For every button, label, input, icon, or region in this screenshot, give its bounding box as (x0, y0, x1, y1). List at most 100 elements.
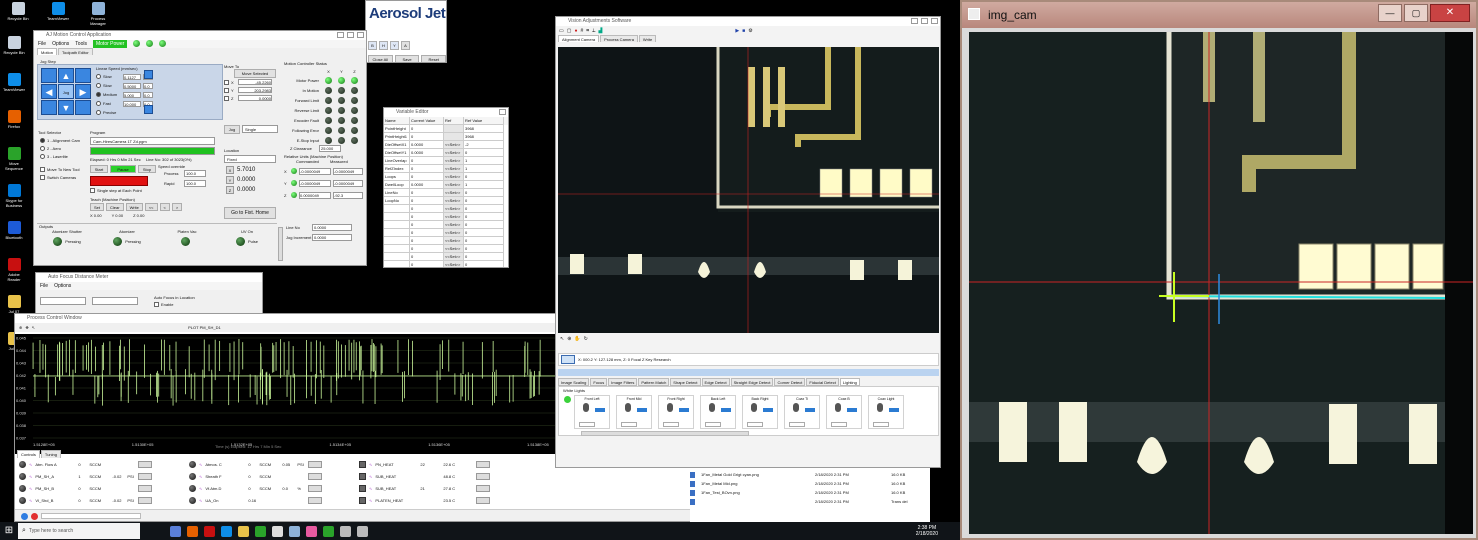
taskbar-app-icon[interactable] (289, 525, 300, 537)
channel-led[interactable] (19, 484, 26, 492)
subtab-corner-detect[interactable]: Corner Detect (774, 378, 806, 386)
light-slider[interactable] (679, 408, 689, 412)
light-slider[interactable] (637, 408, 647, 412)
subtab-edge-detect[interactable]: Edge Detect (701, 378, 730, 386)
reset-button[interactable]: Reset (421, 55, 446, 62)
tab-alignment-camera[interactable]: Alignment Camera (558, 35, 600, 42)
rapid-override-input[interactable]: 100.0 (184, 180, 206, 187)
channel-setpoint-input[interactable] (308, 472, 323, 480)
top-icon-recycle-bin[interactable]: Recycle Bin (5, 2, 31, 21)
table-cell[interactable]: 0 (410, 213, 444, 221)
subtab-image-filters[interactable]: Image Filters (608, 378, 638, 386)
light-slider[interactable] (805, 408, 815, 412)
set-button[interactable]: <<Set>> (444, 261, 464, 267)
desktop-icon-move-sequence[interactable]: Move Sequence (2, 147, 26, 171)
table-cell[interactable]: 0.0000 (410, 141, 444, 149)
speed-option[interactable]: Medium 5.000 0.0 (96, 90, 166, 99)
stop-button[interactable]: Stop (138, 165, 156, 173)
channel-setpoint-input[interactable] (138, 484, 153, 492)
light-slider[interactable] (889, 408, 899, 412)
jog-increment-input[interactable]: 0.0000 (312, 234, 352, 241)
radio-icon[interactable] (96, 101, 101, 106)
taskbar-app-icon[interactable] (221, 525, 232, 537)
minimize-icon[interactable] (337, 32, 344, 38)
channel-led[interactable] (19, 496, 26, 504)
motor-power-button[interactable]: Motor Power (92, 40, 128, 48)
table-cell[interactable]: 0.0000 (410, 181, 444, 189)
tab-controls[interactable]: Controls (17, 450, 40, 458)
maximize-icon[interactable] (347, 32, 354, 38)
channel-graph-icon[interactable]: ∿ (29, 474, 32, 479)
tray-clock[interactable]: 2:38 PM 2/18/2020 (916, 525, 938, 537)
channel-graph-icon[interactable]: ∿ (29, 462, 32, 467)
set-button[interactable]: <<Set>> (444, 213, 464, 221)
lighting-scrollbar[interactable] (581, 431, 749, 436)
close-icon[interactable] (499, 109, 506, 115)
desktop-icon-teamviewer[interactable]: TeamViewer (2, 73, 26, 92)
pan-icon[interactable]: ✥ (25, 325, 28, 330)
speed-option[interactable]: Slow0.11270.0 (96, 72, 166, 81)
taskbar-app-icon[interactable] (272, 525, 283, 537)
tab-process-camera[interactable]: Process Camera (600, 35, 638, 42)
jog-button[interactable]: Jog (224, 125, 240, 134)
light-control[interactable]: Front Mid (616, 395, 652, 429)
taskbar-app-icon[interactable] (170, 525, 181, 537)
desktop-icon-firefox[interactable]: Firefox (2, 110, 26, 129)
teach-button[interactable]: Clear (106, 203, 124, 211)
cursor-icon[interactable]: ↖ (32, 325, 35, 330)
heater-input[interactable] (476, 472, 491, 480)
commanded-value[interactable]: -0.0000049 (299, 179, 331, 187)
set-button[interactable]: <<Set>> (444, 221, 464, 229)
channel-led[interactable] (19, 460, 26, 468)
refresh-icon[interactable]: ↻ (584, 336, 588, 342)
menu-options[interactable]: Options (52, 40, 69, 48)
tab-toolpath-editor[interactable]: Toolpath Editor (58, 48, 93, 55)
heater-led[interactable] (359, 472, 366, 480)
speed-value-input[interactable]: 10.000 (123, 100, 141, 107)
teach-button[interactable]: < (159, 203, 170, 211)
channel-setpoint-input[interactable] (308, 460, 323, 468)
speed-option[interactable]: Precise (96, 108, 166, 117)
desktop-icon-bluetooth[interactable]: Bluetooth (2, 221, 26, 240)
channel-led[interactable] (19, 472, 26, 480)
tab-write[interactable]: Write (638, 35, 657, 42)
tab-tuning[interactable]: Tuning (40, 450, 61, 458)
grid-icon[interactable]: # (581, 28, 584, 34)
single-step-checkbox[interactable]: Single step at Each Point (90, 188, 142, 193)
go-to-fixture-home-button[interactable]: Go to Fixt. Home (224, 207, 276, 219)
radio-icon[interactable] (96, 83, 101, 88)
close-icon[interactable] (357, 32, 364, 38)
bold-icon[interactable]: B (368, 41, 377, 50)
subtab-shape-detect[interactable]: Shape Detect (670, 378, 701, 386)
table-cell[interactable]: 0 (410, 173, 444, 181)
jog-arrow-upright-button[interactable] (75, 68, 91, 83)
record-icon[interactable] (31, 512, 38, 520)
measured-value[interactable]: -0.0000049 (333, 179, 363, 187)
vision-divider[interactable] (558, 369, 939, 376)
jog-scrollbar[interactable] (278, 227, 283, 261)
channel-graph-icon[interactable]: ∿ (369, 474, 372, 479)
switch-cameras-checkbox[interactable]: Switch Cameras (40, 175, 76, 180)
table-cell[interactable]: 0 (410, 125, 444, 133)
table-cell[interactable]: 0 (410, 157, 444, 165)
table-cell[interactable]: 0 (410, 165, 444, 173)
z-up-button[interactable] (144, 70, 153, 79)
tool-option[interactable]: 1 - Alignment Cam (40, 136, 90, 144)
auto-focus-input-1[interactable] (40, 297, 86, 305)
crop-icon[interactable]: ⌗ (586, 28, 589, 34)
table-cell[interactable]: 0 (410, 229, 444, 237)
desktop-icon-skype-for-business[interactable]: Skype for Business (2, 184, 26, 208)
teach-button[interactable]: << (144, 203, 158, 211)
channel-setpoint-input[interactable] (138, 460, 153, 468)
subtab-straight-edge-detect[interactable]: Straight Edge Detect (730, 378, 774, 386)
channel-setpoint-input[interactable] (308, 484, 323, 492)
set-button[interactable] (444, 125, 464, 133)
output-led[interactable] (113, 237, 123, 246)
open-icon[interactable]: ▢ (567, 28, 572, 34)
set-button[interactable]: <<Set>> (444, 205, 464, 213)
heater-led[interactable] (359, 460, 366, 468)
light-control[interactable]: Front Left (574, 395, 610, 429)
settings-icon[interactable]: ⚙ (748, 28, 752, 34)
file-row[interactable]: 1Fan_Metal Gold Grigt cyan.png 2/18/2020 … (690, 470, 930, 479)
taskbar-app-icon[interactable] (187, 525, 198, 537)
